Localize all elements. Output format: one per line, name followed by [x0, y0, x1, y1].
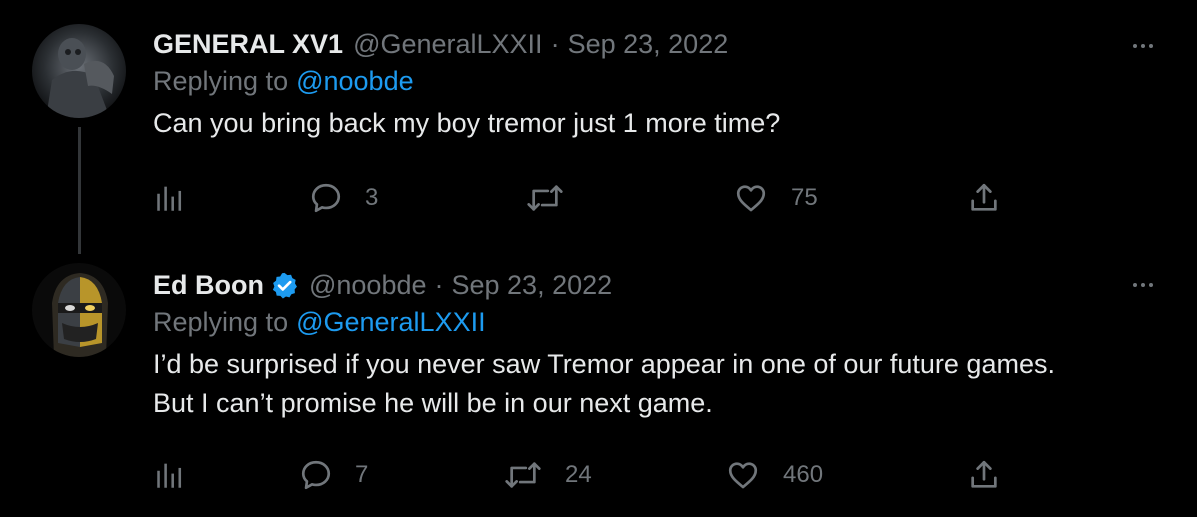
mention-link[interactable]: @GeneralLXXII	[296, 307, 486, 338]
replying-to: Replying to @noobde	[153, 62, 1157, 100]
speech-bubble-icon	[311, 183, 341, 213]
share-button[interactable]	[967, 176, 1001, 220]
tweet-date[interactable]: Sep 23, 2022	[452, 270, 613, 301]
retweet-arrows-icon	[505, 462, 541, 488]
separator: ·	[550, 28, 560, 59]
more-options-button[interactable]	[1125, 275, 1161, 295]
reply-button[interactable]: 3	[309, 176, 378, 220]
mention-link[interactable]: @noobde	[296, 66, 414, 97]
tweet-header: GENERAL XV1 @GeneralLXXII · Sep 23, 2022	[153, 26, 1157, 62]
share-upload-icon	[971, 460, 997, 488]
heart-icon	[728, 462, 758, 489]
reply-count: 7	[355, 461, 369, 488]
ellipsis-icon	[1141, 44, 1145, 48]
ellipsis-icon	[1141, 283, 1145, 287]
thread-line	[78, 127, 81, 254]
dark-warrior-avatar-icon	[32, 24, 126, 118]
more-options-button[interactable]	[1125, 36, 1161, 56]
display-name[interactable]: Ed Boon	[153, 270, 264, 301]
share-upload-icon	[971, 183, 997, 211]
share-button[interactable]	[967, 453, 1001, 497]
tweet-actions: 7 24 460	[153, 453, 1013, 497]
tweet-header: Ed Boon @noobde · Sep 23, 2022	[153, 267, 1157, 303]
tweet-text: Can you bring back my boy tremor just 1 …	[153, 108, 781, 138]
views-button[interactable]	[153, 176, 187, 220]
verified-badge-icon[interactable]	[270, 271, 299, 300]
tweet[interactable]: Ed Boon @noobde · Sep 23, 2022 Replying …	[0, 255, 1197, 517]
ellipsis-icon	[1149, 283, 1153, 287]
tweet[interactable]: GENERAL XV1 @GeneralLXXII · Sep 23, 2022…	[0, 0, 1197, 255]
like-button[interactable]: 460	[725, 453, 823, 497]
retweet-arrows-icon	[527, 185, 563, 211]
user-handle[interactable]: @noobde	[309, 270, 427, 301]
reply-button[interactable]: 7	[299, 453, 368, 497]
ellipsis-icon	[1133, 44, 1137, 48]
tweet-text: I’d be surprised if you never saw Tremor…	[153, 349, 1055, 418]
avatar[interactable]	[32, 24, 126, 118]
avatar[interactable]	[32, 263, 126, 357]
retweet-count: 24	[565, 461, 592, 488]
heart-icon	[736, 185, 766, 212]
like-count: 75	[791, 184, 818, 211]
tweet-actions: 3 75	[153, 176, 1013, 220]
bar-chart-icon	[157, 186, 182, 211]
views-button[interactable]	[153, 453, 187, 497]
ellipsis-icon	[1133, 283, 1137, 287]
replying-to-label: Replying to	[153, 65, 289, 96]
replying-to-label: Replying to	[153, 306, 289, 337]
tweet-content: Ed Boon @noobde · Sep 23, 2022 Replying …	[153, 267, 1157, 423]
like-button[interactable]: 75	[733, 176, 818, 220]
retweet-button[interactable]: 24	[503, 453, 592, 497]
tweet-content: GENERAL XV1 @GeneralLXXII · Sep 23, 2022…	[153, 26, 1157, 143]
bar-chart-icon	[157, 463, 182, 488]
replying-to: Replying to @GeneralLXXII	[153, 303, 1157, 341]
separator: ·	[434, 269, 444, 300]
retweet-button[interactable]	[525, 176, 565, 220]
user-handle[interactable]: @GeneralLXXII	[353, 29, 543, 60]
reply-count: 3	[365, 184, 379, 211]
ellipsis-icon	[1149, 44, 1153, 48]
masked-ninja-avatar-icon	[32, 263, 126, 357]
like-count: 460	[783, 461, 824, 488]
display-name[interactable]: GENERAL XV1	[153, 29, 343, 60]
tweet-date[interactable]: Sep 23, 2022	[568, 29, 729, 60]
speech-bubble-icon	[301, 460, 331, 490]
